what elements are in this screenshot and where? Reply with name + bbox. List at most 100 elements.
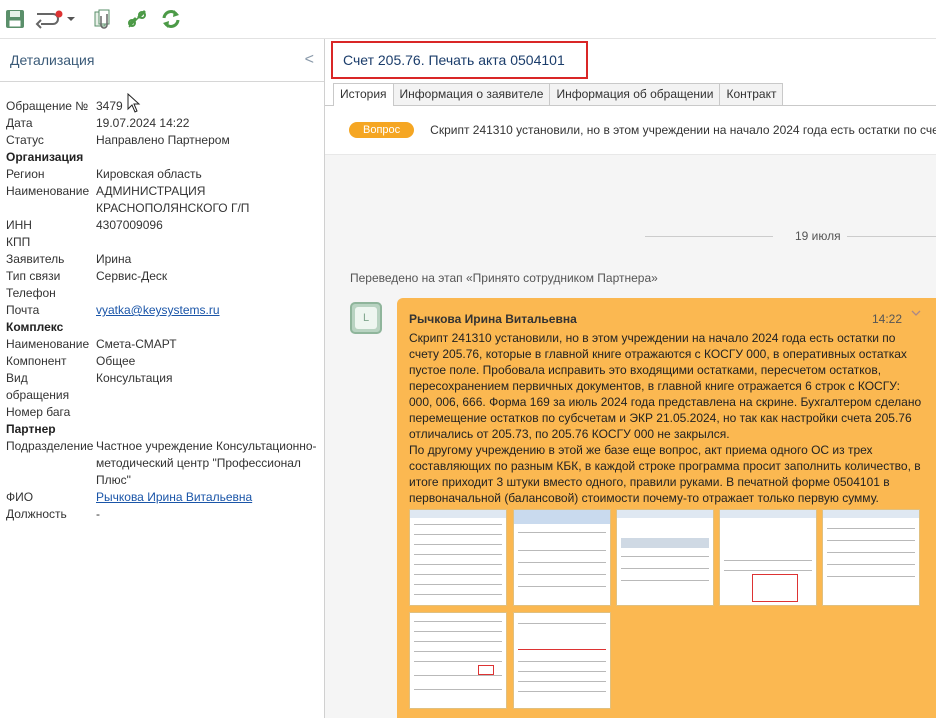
field-inn: ИНН 4307009096 bbox=[6, 217, 318, 234]
attach-icon[interactable] bbox=[90, 6, 116, 32]
field-label: КПП bbox=[6, 235, 31, 249]
field-org-name: Наименование АДМИНИСТРАЦИЯ КРАСНОПОЛЯНСКО… bbox=[6, 183, 318, 217]
attachment-thumbnail[interactable] bbox=[409, 612, 507, 709]
field-mail: Почта vyatka@keysystems.ru bbox=[6, 302, 318, 319]
field-value bbox=[96, 404, 318, 421]
thumb-line bbox=[414, 621, 502, 622]
field-product: Наименование Смета-СМАРТ bbox=[6, 336, 318, 353]
thumb-titlebar bbox=[617, 510, 713, 518]
thumb-line bbox=[827, 576, 915, 577]
separator-line bbox=[847, 236, 936, 237]
thumb-highlight bbox=[478, 665, 494, 675]
mail-link[interactable]: vyatka@keysystems.ru bbox=[96, 303, 220, 317]
thumb-line bbox=[414, 534, 502, 535]
thumb-line bbox=[724, 570, 812, 571]
thumb-line bbox=[414, 524, 502, 525]
details-title: Детализация bbox=[10, 52, 95, 68]
thumb-line bbox=[518, 532, 606, 533]
save-icon[interactable] bbox=[2, 6, 28, 32]
main-header: Счет 205.76. Печать акта 0504101 bbox=[325, 39, 936, 83]
avatar-letter: L bbox=[355, 307, 377, 329]
thumb-line bbox=[518, 681, 606, 682]
field-label: Тип связи bbox=[6, 269, 61, 283]
field-value bbox=[96, 234, 318, 251]
thumb-line bbox=[518, 691, 606, 692]
thumb-line bbox=[414, 584, 502, 585]
field-value: Консультация bbox=[96, 371, 173, 385]
field-conn-type: Тип связи Сервис-Деск bbox=[6, 268, 318, 285]
field-value bbox=[96, 285, 318, 302]
tab-bar: История Информация о заявителе Информаци… bbox=[325, 83, 936, 106]
field-value: vyatka@keysystems.ru bbox=[96, 302, 318, 319]
thumb-line bbox=[414, 689, 502, 690]
field-value: 19.07.2024 14:22 bbox=[96, 116, 190, 130]
field-value: - bbox=[96, 507, 100, 521]
route-icon[interactable] bbox=[32, 6, 66, 32]
thumb-line bbox=[414, 661, 502, 662]
field-value: Общее bbox=[96, 354, 136, 368]
field-position: Должность - bbox=[6, 506, 318, 523]
attachment-thumbnail[interactable] bbox=[616, 509, 714, 606]
section-partner: Партнер bbox=[6, 422, 56, 436]
field-label: Компонент bbox=[6, 354, 67, 368]
thumb-titlebar bbox=[720, 510, 816, 518]
attachment-thumbnail[interactable] bbox=[719, 509, 817, 606]
field-date: Дата 19.07.2024 14:22 bbox=[6, 115, 318, 132]
dropdown-arrow-icon[interactable] bbox=[64, 6, 78, 32]
thumb-line bbox=[518, 671, 606, 672]
field-label: Почта bbox=[6, 303, 40, 317]
field-value: Кировская область bbox=[96, 167, 202, 181]
thumb-line bbox=[518, 661, 606, 662]
details-panel: Детализация < Обращение № 3479 Дата 19.07.… bbox=[0, 39, 325, 718]
thumb-line bbox=[518, 574, 606, 575]
field-value: Направлено Партнером bbox=[96, 133, 230, 147]
main-panel: Счет 205.76. Печать акта 0504101 История… bbox=[325, 39, 936, 718]
field-value: Смета-СМАРТ bbox=[96, 337, 177, 351]
toolbar bbox=[0, 0, 936, 39]
thumb-line bbox=[621, 580, 709, 581]
fio-link[interactable]: Рычкова Ирина Витальевна bbox=[96, 490, 252, 504]
field-label: ФИО bbox=[6, 490, 34, 504]
field-applicant: Заявитель Ирина bbox=[6, 251, 318, 268]
attachment-thumbnail[interactable] bbox=[513, 612, 611, 709]
tab-applicant-info[interactable]: Информация о заявителе bbox=[392, 83, 551, 105]
thumb-line bbox=[518, 623, 606, 624]
thumb-line bbox=[414, 544, 502, 545]
field-phone: Телефон bbox=[6, 285, 318, 302]
thumb-highlight bbox=[752, 574, 798, 602]
attachment-thumbnail[interactable] bbox=[513, 509, 611, 606]
field-label: ИНН bbox=[6, 218, 32, 232]
tab-contract[interactable]: Контракт bbox=[719, 83, 784, 105]
field-label: Телефон bbox=[6, 286, 56, 300]
field-value: Сервис-Деск bbox=[96, 269, 168, 283]
field-region: Регион Кировская область bbox=[6, 166, 318, 183]
message-time: 14:22 bbox=[872, 312, 903, 326]
field-value: Рычкова Ирина Витальевна bbox=[96, 489, 318, 506]
separator-line bbox=[645, 236, 773, 237]
thumb-line bbox=[724, 560, 812, 561]
thumb-line bbox=[414, 594, 502, 595]
thumb-titlebar bbox=[514, 510, 610, 524]
thumb-line bbox=[621, 556, 709, 557]
chevron-down-icon[interactable] bbox=[911, 309, 921, 317]
thumb-block bbox=[621, 538, 709, 548]
thumb-line bbox=[414, 675, 502, 676]
attachment-thumbnail[interactable] bbox=[409, 509, 507, 606]
field-kind: Вид обращения Консультация bbox=[6, 370, 318, 404]
refresh-icon[interactable] bbox=[158, 6, 184, 32]
field-fio: ФИО Рычкова Ирина Витальевна bbox=[6, 489, 318, 506]
question-row: Вопрос Скрипт 241310 установили, но в эт… bbox=[325, 106, 936, 155]
message-author: Рычкова Ирина Витальевна bbox=[409, 312, 577, 326]
attachment-thumbnail[interactable] bbox=[822, 509, 920, 606]
field-division: Подразделение Частное учреждение Консульт… bbox=[6, 438, 318, 489]
unlink-icon[interactable] bbox=[124, 6, 150, 32]
tab-history[interactable]: История bbox=[333, 83, 394, 106]
question-badge: Вопрос bbox=[349, 122, 415, 138]
tab-request-info[interactable]: Информация об обращении bbox=[549, 83, 721, 105]
collapse-icon[interactable]: < bbox=[305, 51, 314, 69]
field-label: Обращение № bbox=[6, 99, 89, 113]
field-kpp: КПП bbox=[6, 234, 318, 251]
field-label: Наименование bbox=[6, 184, 90, 198]
field-request-no: Обращение № 3479 bbox=[6, 98, 318, 115]
details-list: Обращение № 3479 Дата 19.07.2024 14:22 Ста… bbox=[0, 82, 324, 523]
